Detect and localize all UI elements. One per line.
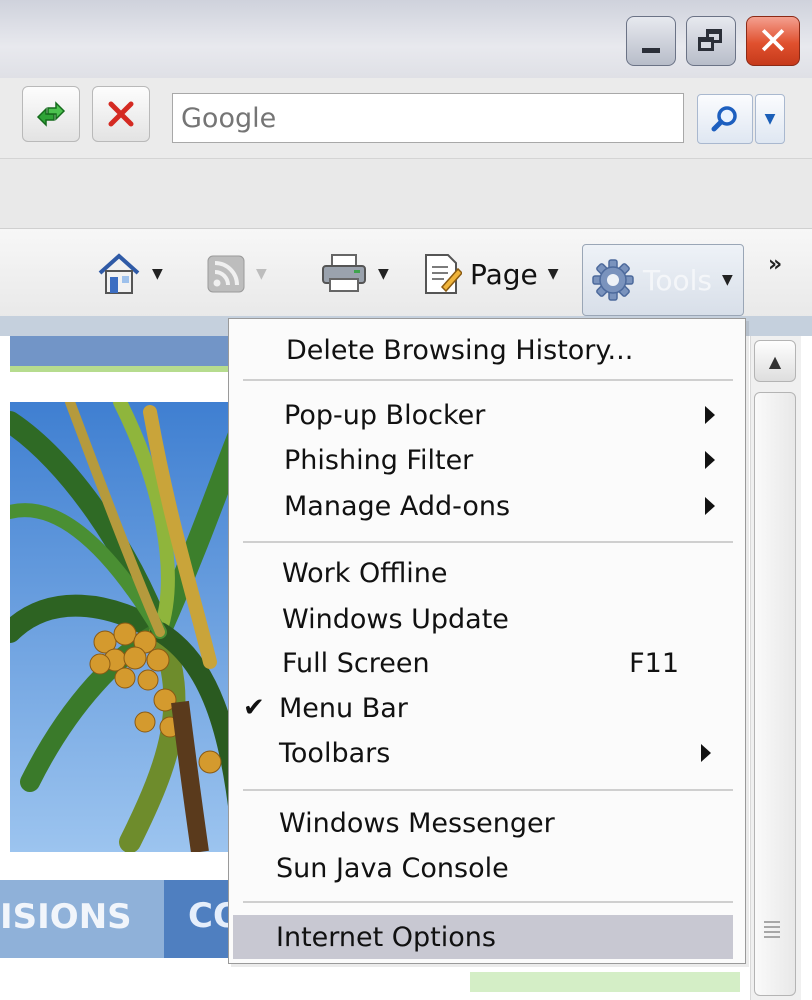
search-input[interactable] xyxy=(173,94,683,142)
palm-tree-image xyxy=(10,402,240,852)
menu-separator xyxy=(243,789,733,791)
menu-separator xyxy=(243,379,733,381)
print-button[interactable]: ▼ xyxy=(320,248,389,300)
page-icon xyxy=(425,254,462,294)
close-button[interactable]: ✕ xyxy=(746,16,800,66)
menu-item-menu-bar[interactable]: ✔ Menu Bar xyxy=(229,687,739,729)
gear-icon xyxy=(592,259,634,301)
menu-item-windows-update[interactable]: Windows Update xyxy=(229,598,739,640)
menu-item-sun-java-console[interactable]: Sun Java Console xyxy=(229,847,739,889)
menu-item-label: Work Offline xyxy=(282,557,448,589)
home-icon xyxy=(98,253,140,294)
menu-item-full-screen[interactable]: Full Screen F11 xyxy=(229,642,739,684)
menu-item-internet-options[interactable]: Internet Options xyxy=(233,915,733,959)
menu-item-label: Menu Bar xyxy=(279,692,408,724)
page-menu-button[interactable]: Page ▼ xyxy=(422,248,559,300)
stop-icon xyxy=(108,101,134,127)
minimize-button[interactable] xyxy=(626,16,676,66)
more-commands-button[interactable]: » xyxy=(768,252,782,277)
rss-feed-icon xyxy=(207,255,245,293)
page-header-band xyxy=(10,336,245,366)
menu-item-work-offline[interactable]: Work Offline xyxy=(229,552,739,594)
search-options-button[interactable]: ▼ xyxy=(755,94,785,144)
restore-button[interactable] xyxy=(686,16,736,66)
menu-item-label: Windows Update xyxy=(282,603,509,635)
menu-item-label: Internet Options xyxy=(276,921,496,953)
tools-label: Tools xyxy=(643,263,712,297)
menu-separator xyxy=(243,541,733,543)
menu-item-label: Sun Java Console xyxy=(276,852,509,884)
menu-item-windows-messenger[interactable]: Windows Messenger xyxy=(229,802,739,844)
menu-item-delete-browsing-history[interactable]: Delete Browsing History... xyxy=(229,329,739,371)
chevron-down-icon: ▼ xyxy=(764,111,776,127)
page-footer-accent xyxy=(470,972,740,992)
tools-dropdown-icon: ▼ xyxy=(721,272,733,288)
menu-item-label: Toolbars xyxy=(279,737,391,769)
menu-item-label: Pop-up Blocker xyxy=(284,399,486,431)
menu-item-label: Delete Browsing History... xyxy=(286,334,634,366)
scroll-grip-icon xyxy=(764,921,780,938)
menu-item-phishing-filter[interactable]: Phishing Filter xyxy=(229,439,739,481)
feeds-button[interactable]: ▼ xyxy=(206,248,267,300)
search-box[interactable] xyxy=(172,93,684,143)
menu-item-label: Windows Messenger xyxy=(279,807,555,839)
menu-item-label: Phishing Filter xyxy=(284,444,474,476)
stop-button[interactable] xyxy=(92,86,150,142)
chevron-up-icon: ▲ xyxy=(768,351,782,371)
minimize-icon xyxy=(642,47,660,53)
search-button[interactable] xyxy=(697,94,753,144)
menu-item-manage-add-ons[interactable]: Manage Add-ons xyxy=(229,485,739,527)
menu-item-popup-blocker[interactable]: Pop-up Blocker xyxy=(229,394,739,436)
menu-item-label: Manage Add-ons xyxy=(284,490,511,522)
home-button[interactable]: ▼ xyxy=(96,248,163,300)
refresh-icon xyxy=(36,101,66,127)
menu-item-toolbars[interactable]: Toolbars xyxy=(229,732,739,774)
submenu-arrow-icon xyxy=(701,744,711,762)
checkmark-icon: ✔ xyxy=(243,693,265,723)
tools-menu-button[interactable]: Tools ▼ xyxy=(582,244,744,316)
menu-item-label: Full Screen xyxy=(282,647,430,679)
menu-item-shortcut: F11 xyxy=(629,648,679,679)
submenu-arrow-icon xyxy=(705,497,715,515)
submenu-arrow-icon xyxy=(705,406,715,424)
close-icon: ✕ xyxy=(757,19,789,63)
tools-dropdown-menu: Delete Browsing History... Pop-up Blocke… xyxy=(228,318,746,964)
submenu-arrow-icon xyxy=(705,451,715,469)
magnifier-icon xyxy=(711,106,737,132)
page-dropdown-icon: ▼ xyxy=(547,266,559,282)
refresh-button[interactable] xyxy=(22,86,80,142)
site-nav-item-1[interactable]: ISIONS xyxy=(0,897,132,937)
menu-separator xyxy=(243,901,733,903)
home-dropdown-icon[interactable]: ▼ xyxy=(152,266,163,282)
links-toolbar xyxy=(0,158,812,229)
printer-icon xyxy=(322,254,366,292)
scroll-thumb[interactable] xyxy=(754,392,796,996)
print-dropdown-icon[interactable]: ▼ xyxy=(378,266,389,282)
page-label: Page xyxy=(470,257,538,291)
restore-icon xyxy=(698,29,724,53)
scroll-up-button[interactable]: ▲ xyxy=(754,340,796,382)
page-header-accent xyxy=(10,366,245,372)
feeds-dropdown-icon: ▼ xyxy=(256,266,267,282)
